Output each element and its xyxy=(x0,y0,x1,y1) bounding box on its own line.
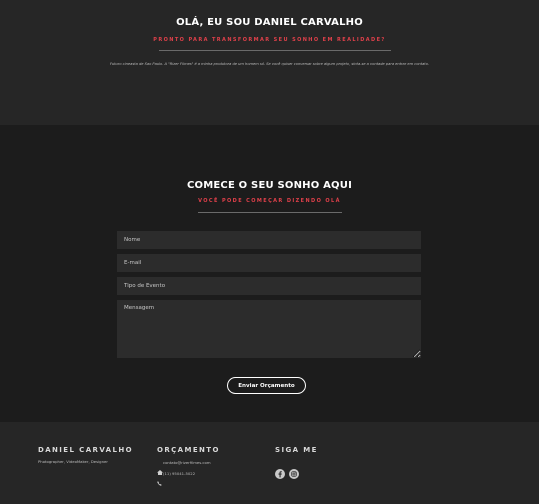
contact-subtitle: VOCÊ PODE COMEÇAR DIZENDO OLÁ xyxy=(198,198,341,204)
contact-title: COMECE O SEU SONHO AQUI xyxy=(187,180,352,191)
intro-subtitle: PRONTO PARA TRANSFORMAR SEU SONHO EM REA… xyxy=(153,37,386,43)
instagram-icon[interactable] xyxy=(289,464,299,483)
footer-phone: (11) 95041-5022 xyxy=(163,471,196,476)
submit-quote-button[interactable]: Enviar Orçamento xyxy=(227,377,306,394)
footer-about-text: Photographer, VideoMaker, Designer xyxy=(38,459,108,464)
footer-social-title: SIGA ME xyxy=(275,446,318,454)
contact-divider xyxy=(198,212,342,213)
email-input[interactable] xyxy=(117,254,421,272)
intro-divider xyxy=(159,50,391,51)
message-textarea[interactable] xyxy=(117,300,421,358)
phone-icon xyxy=(157,471,162,490)
intro-title: OLÁ, EU SOU DANIEL CARVALHO xyxy=(176,17,363,28)
intro-text: Futuro cineasta de Sao Paulo. A "Rizer F… xyxy=(109,62,430,66)
footer-quote-title: ORÇAMENTO xyxy=(157,446,220,454)
facebook-icon[interactable] xyxy=(275,464,285,483)
event-type-input[interactable] xyxy=(117,277,421,295)
name-input[interactable] xyxy=(117,231,421,249)
footer-about-title: DANIEL CARVALHO xyxy=(38,446,133,454)
footer-email[interactable]: contato@rizerfilmes.com xyxy=(163,460,211,465)
